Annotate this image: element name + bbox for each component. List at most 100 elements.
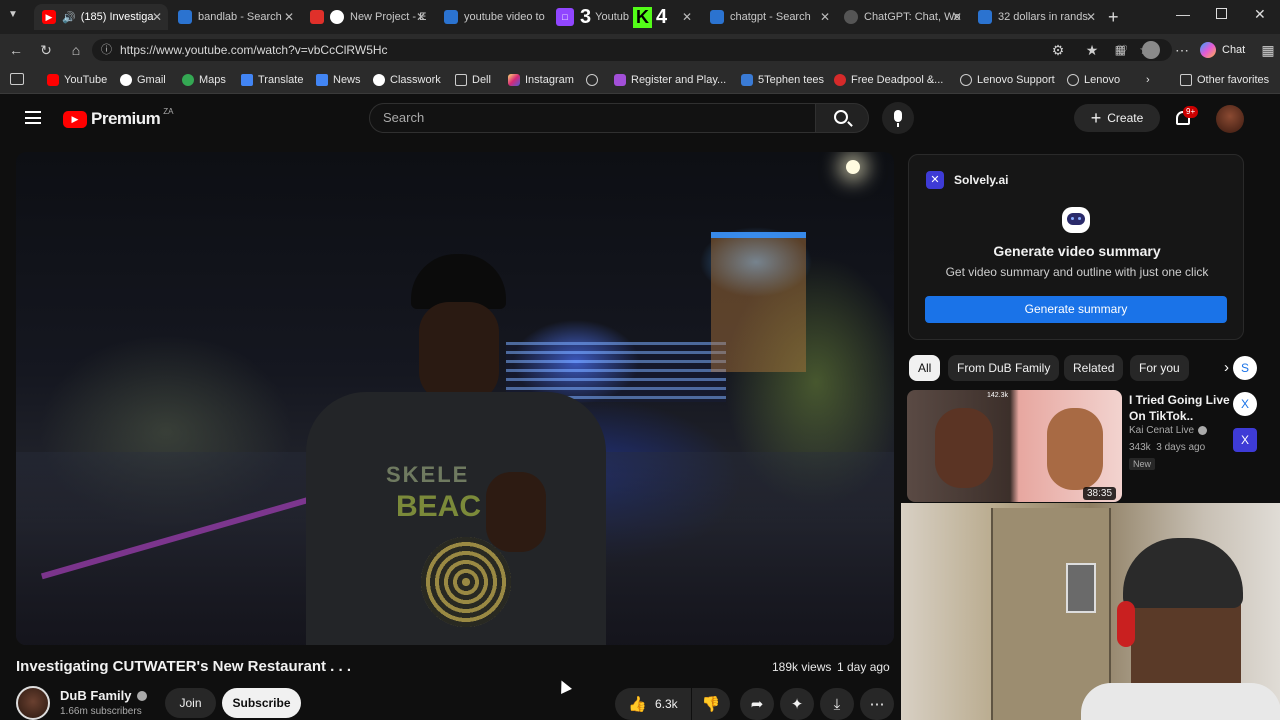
bookmark-news[interactable]: News	[316, 72, 361, 88]
chip-from-dub-family[interactable]: From DuB Family	[948, 355, 1060, 381]
tab-label: 32 dollars in rands	[998, 11, 1088, 23]
join-button[interactable]: Join	[165, 688, 216, 718]
reload-icon[interactable]: ↻	[36, 40, 56, 60]
close-tab-icon[interactable]: ✕	[952, 10, 962, 24]
shirt-text-2: BEAC	[396, 490, 482, 523]
tab-chatgpt[interactable]: ChatGPT: Chat, Wo ✕	[836, 4, 968, 30]
close-tab-icon[interactable]: ✕	[152, 10, 162, 24]
bookmark-maps[interactable]: Maps	[182, 72, 226, 88]
like-button[interactable]: 👍 6.3k	[615, 688, 691, 720]
bookmark-dell[interactable]: Dell	[455, 72, 491, 88]
other-favorites[interactable]: Other favorites	[1180, 72, 1269, 88]
notifications-button[interactable]: 9+	[1173, 106, 1199, 130]
google-icon	[373, 74, 385, 86]
subscribe-button[interactable]: Subscribe	[222, 688, 301, 718]
close-window-button[interactable]: ✕	[1254, 6, 1266, 23]
tab-label: ChatGPT: Chat, Wo	[864, 11, 961, 23]
channel-name[interactable]: DuB Family	[60, 688, 147, 703]
solvely-brand: Solvely.ai	[954, 173, 1009, 187]
globe-icon	[1067, 74, 1079, 86]
bookmark-youtube[interactable]: YouTube	[47, 72, 107, 88]
tab-32-dollars[interactable]: 32 dollars in rands ✕	[970, 4, 1102, 30]
tab-youtube-video-to[interactable]: youtube video to m	[436, 4, 548, 30]
back-icon[interactable]: ←	[6, 40, 26, 60]
home-icon[interactable]: ⌂	[66, 40, 86, 60]
bookmark-register[interactable]: Register and Play...	[614, 72, 726, 88]
chips-next-icon[interactable]: ›	[1224, 359, 1229, 376]
more-actions-button[interactable]: ⋯	[860, 688, 894, 720]
bookmarks-menu-icon[interactable]	[10, 73, 24, 85]
region-code: ZA	[163, 106, 174, 116]
close-tab-icon[interactable]: ✕	[416, 10, 426, 24]
menu-icon[interactable]	[25, 111, 41, 124]
chip-all[interactable]: All	[909, 355, 941, 381]
collections-icon[interactable]: ★	[1082, 40, 1102, 60]
close-tab-icon[interactable]: ✕	[284, 10, 294, 24]
overlay-count-4: 4	[655, 5, 668, 28]
new-tab-button[interactable]: +	[1108, 7, 1119, 28]
tab-youtube-2[interactable]: □ 3 Youtub K 4 ✕	[548, 4, 698, 30]
recommended-thumbnail[interactable]: 142.3k	[907, 390, 1122, 502]
tab-list-button[interactable]: ▼	[8, 9, 24, 25]
create-label: Create	[1107, 111, 1144, 125]
maximize-button[interactable]	[1216, 8, 1227, 19]
youtube-premium-logo[interactable]: ▶ Premium ZA	[63, 106, 174, 130]
tab-chatgpt-search[interactable]: chatgpt - Search ✕	[702, 4, 836, 30]
bookmark-instagram[interactable]: Instagram	[508, 72, 574, 88]
create-button[interactable]: + Create	[1074, 104, 1160, 132]
bookmark-deadpool[interactable]: Free Deadpool &...	[834, 72, 943, 88]
channel-avatar[interactable]	[16, 686, 50, 720]
view-count: 189k views	[772, 660, 832, 674]
generate-summary-button[interactable]: Generate summary	[925, 296, 1227, 323]
bookmark-classwork[interactable]: Classwork	[373, 72, 441, 88]
site-info-icon[interactable]: ⓘ	[101, 39, 112, 61]
favorites-icon[interactable]: ♡	[1112, 40, 1132, 60]
search-button[interactable]	[815, 103, 869, 133]
search-input[interactable]: Search	[369, 103, 816, 133]
kick-icon: K	[632, 6, 652, 28]
subscriber-count: 1.66m subscribers	[60, 706, 142, 717]
dislike-button[interactable]: 👎	[692, 688, 730, 720]
tab-bandlab-search[interactable]: bandlab - Search ✕	[170, 4, 300, 30]
bookmark-stephen-tees[interactable]: 5Tephen tees	[741, 72, 824, 88]
voice-search-button[interactable]	[882, 102, 914, 134]
tab-youtube[interactable]: ▶ 🔊 (185) Investiga ✕	[34, 4, 168, 30]
bookmark-lenovo-support[interactable]: Lenovo Support	[960, 72, 1055, 88]
solvely-x-button-filled[interactable]: X	[1233, 428, 1257, 452]
sidebar-icon[interactable]: ▦	[1258, 40, 1278, 60]
youtube-favicon-icon: ▶	[42, 10, 56, 24]
profile-avatar[interactable]	[1142, 41, 1160, 59]
chip-related[interactable]: Related	[1064, 355, 1124, 381]
close-tab-icon[interactable]: ✕	[1086, 10, 1096, 24]
bookmark-globe[interactable]	[586, 72, 603, 88]
solvely-s-button[interactable]: S	[1233, 356, 1257, 380]
tab-new-project[interactable]: New Project - E ✕	[302, 4, 432, 30]
chip-for-you[interactable]: For you	[1130, 355, 1189, 381]
tab-label: youtube video to m	[464, 11, 548, 23]
ask-button[interactable]: ✦	[780, 688, 814, 720]
recommended-channel[interactable]: Kai Cenat Live	[1129, 425, 1208, 436]
speaker-icon: 🔊	[62, 11, 76, 24]
download-button[interactable]: ⤓	[820, 688, 854, 720]
folder-icon	[455, 74, 467, 86]
bookmark-translate[interactable]: Translate	[241, 72, 303, 88]
more-icon[interactable]: ⋯	[1172, 40, 1192, 60]
address-bar[interactable]: ⓘ https://www.youtube.com/watch?v=vbCcCl…	[92, 39, 1172, 61]
bookmark-gmail[interactable]: Gmail	[120, 72, 166, 88]
minimize-button[interactable]: —	[1176, 6, 1190, 22]
bookmark-lenovo[interactable]: Lenovo	[1067, 72, 1120, 88]
share-icon: ➦	[750, 696, 764, 713]
close-tab-icon[interactable]: ✕	[682, 10, 692, 24]
extensions-icon[interactable]: ⚙	[1048, 40, 1068, 60]
share-button[interactable]: ➦	[740, 688, 774, 720]
recommended-title[interactable]: I Tried Going Live On TikTok..	[1129, 392, 1241, 424]
tab-label: chatgpt - Search	[730, 11, 811, 23]
copilot-chat-button[interactable]: Chat	[1200, 40, 1245, 60]
translate-icon	[241, 74, 253, 86]
video-player[interactable]: SKELE BEAC	[16, 152, 894, 645]
bookmarks-overflow-icon[interactable]: ›	[1146, 72, 1150, 88]
bookmark-label: 5Tephen tees	[758, 74, 825, 86]
account-avatar[interactable]	[1216, 105, 1244, 133]
close-tab-icon[interactable]: ✕	[820, 10, 830, 24]
more-icon: ⋯	[869, 696, 885, 713]
